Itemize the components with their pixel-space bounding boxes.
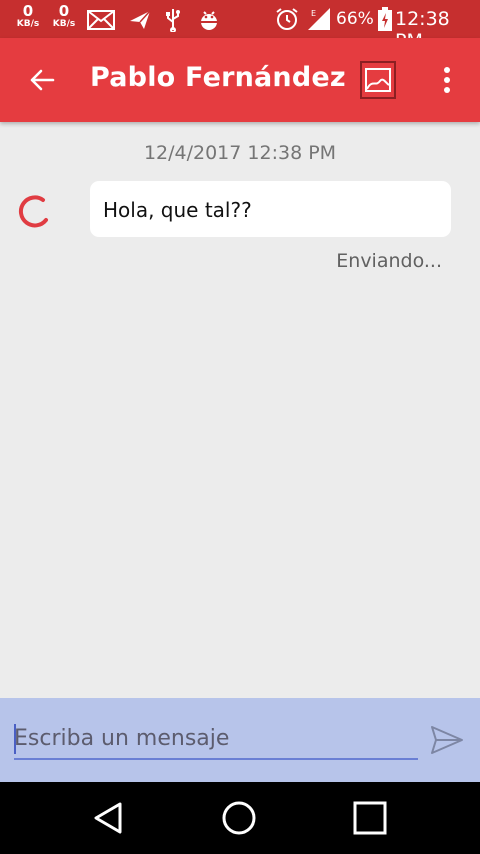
nav-back-button[interactable]: [88, 798, 128, 838]
contact-name-title: Pablo Fernández: [90, 62, 346, 93]
conversation-timestamp: 12/4/2017 12:38 PM: [143, 142, 337, 164]
more-options-button[interactable]: [432, 60, 462, 100]
system-nav-bar: [0, 782, 480, 854]
speed-value: 0: [58, 2, 70, 20]
attach-image-button[interactable]: [360, 61, 396, 99]
svg-text:E: E: [311, 9, 316, 18]
upload-speed: 0 KB/s: [49, 4, 79, 29]
send-button[interactable]: [428, 722, 466, 758]
speed-unit: KB/s: [16, 19, 40, 29]
message-input[interactable]: [14, 720, 418, 760]
mail-icon: [87, 10, 115, 34]
battery-percent: 66%: [336, 9, 374, 29]
alarm-icon: [275, 7, 299, 35]
send-notification-icon: [128, 9, 152, 35]
signal-icon: E: [306, 7, 332, 35]
nav-home-button[interactable]: [219, 798, 259, 838]
speed-value: 0: [22, 2, 34, 20]
speed-unit: KB/s: [52, 19, 76, 29]
nav-recents-button[interactable]: [350, 798, 390, 838]
composer-bar: [0, 698, 480, 782]
message-status: Enviando...: [336, 250, 442, 272]
image-icon: [365, 68, 391, 92]
message-text: Hola, que tal??: [103, 198, 252, 222]
square-recents-icon: [353, 801, 387, 835]
text-cursor: [14, 724, 16, 754]
message-bubble[interactable]: Hola, que tal??: [90, 181, 451, 237]
back-button[interactable]: [22, 60, 62, 100]
app-bar: Pablo Fernández: [0, 38, 480, 122]
arrow-left-icon: [30, 69, 55, 91]
battery-charging-icon: [378, 7, 392, 35]
download-speed: 0 KB/s: [13, 4, 43, 29]
circle-home-icon: [222, 801, 256, 835]
triangle-back-icon: [94, 802, 122, 834]
send-icon: [431, 726, 463, 754]
more-vert-icon: [444, 67, 450, 93]
loading-spinner-icon: [18, 195, 48, 228]
usb-icon: [165, 8, 181, 36]
android-debug-icon: [197, 9, 221, 35]
status-bar: 0 KB/s 0 KB/s E 66% 12:38 PM: [0, 0, 480, 52]
